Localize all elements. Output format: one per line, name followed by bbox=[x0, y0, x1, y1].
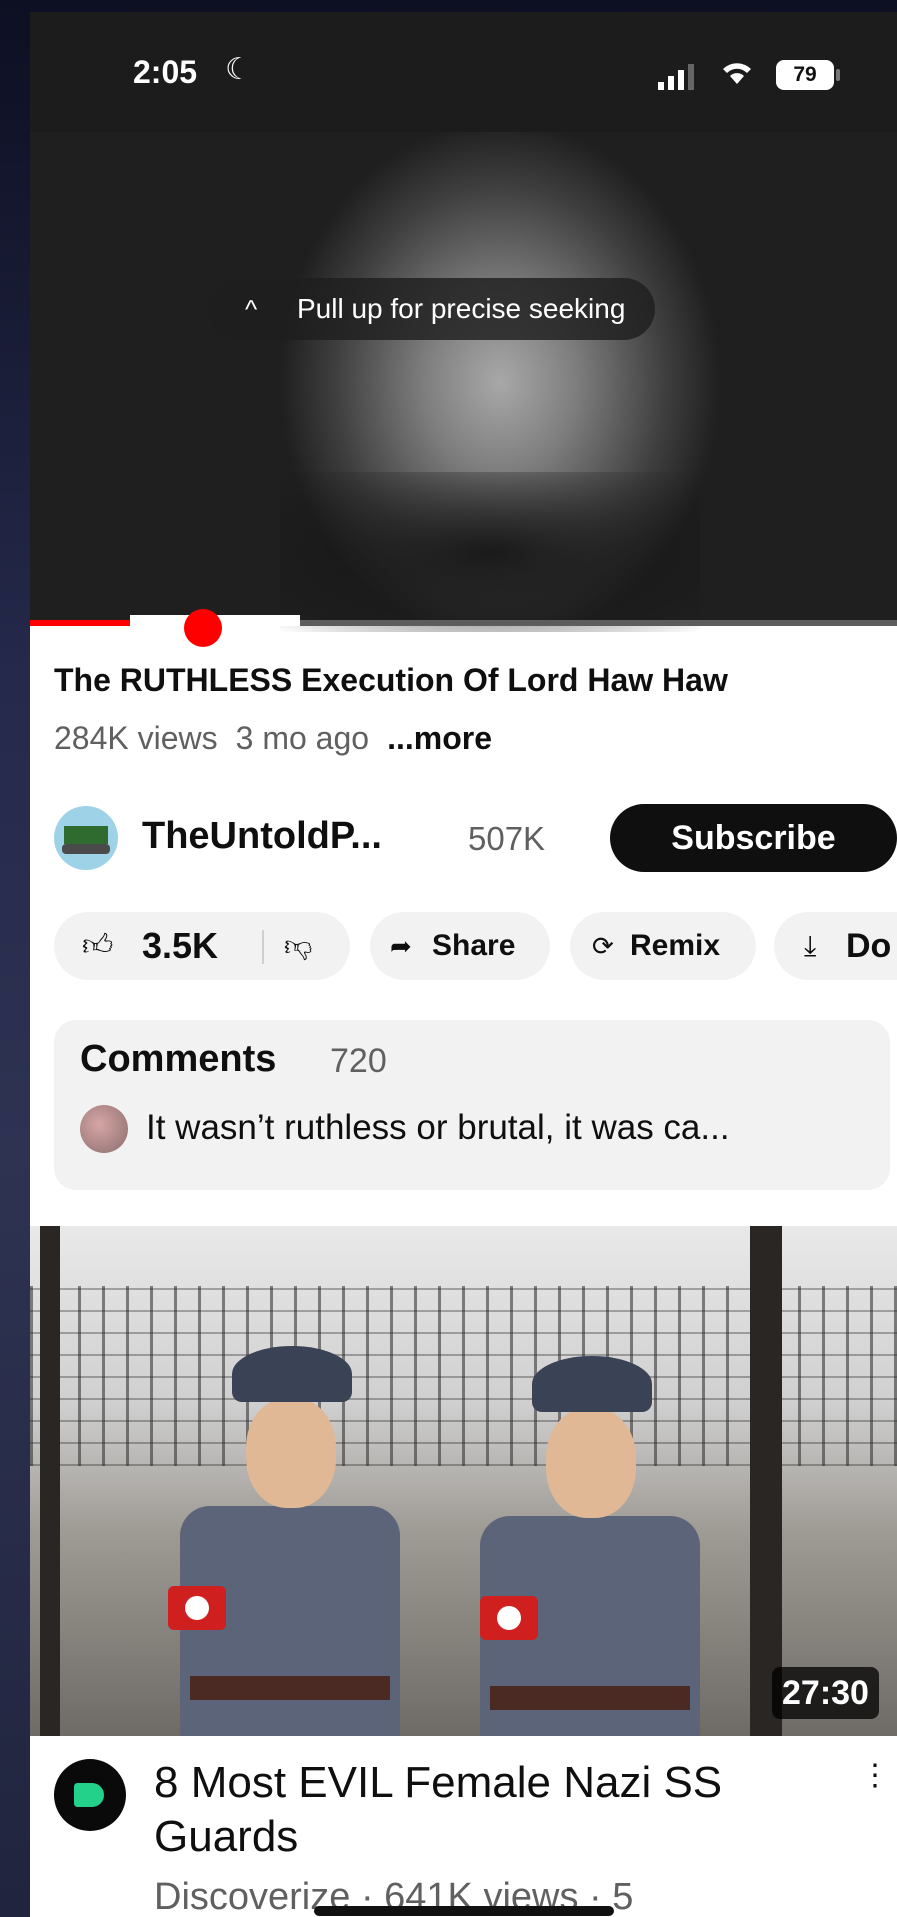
chevron-up-icon: ^ bbox=[245, 294, 258, 324]
more-description-link[interactable]: ...more bbox=[387, 720, 492, 756]
subscriber-count: 507K bbox=[468, 820, 546, 857]
upload-age: 3 mo ago bbox=[235, 720, 370, 756]
pill-divider bbox=[262, 930, 264, 964]
thumbs-up-icon[interactable]: 👍︎ bbox=[82, 912, 113, 980]
subscribe-button[interactable]: Subscribe bbox=[610, 804, 897, 872]
remix-button[interactable]: ⟳ Remix bbox=[570, 912, 756, 980]
remix-icon: ⟳ bbox=[592, 931, 614, 961]
battery-cap bbox=[836, 69, 840, 81]
duration-badge: 27:30 bbox=[772, 1667, 879, 1719]
action-bar: 👍︎ 3.5K 👎︎ ➦ Share ⟳ Remix ⤓ Do bbox=[54, 912, 897, 984]
channel-name[interactable]: TheUntoldP... bbox=[142, 815, 382, 858]
like-dislike-pill: 👍︎ 3.5K 👎︎ bbox=[54, 912, 350, 980]
recommended-channel-avatar[interactable] bbox=[54, 1759, 126, 1831]
thumbnail-figure bbox=[168, 1346, 400, 1736]
video-frame bbox=[280, 472, 700, 632]
channel-logo-icon bbox=[74, 1783, 104, 1807]
download-button[interactable]: ⤓ Do bbox=[774, 912, 897, 980]
seek-hint-text: Pull up for precise seeking bbox=[297, 293, 626, 324]
phone-screen: 2:05 ☾ 79 ^ Pull up for precise seeking … bbox=[30, 12, 897, 1917]
video-title: The RUTHLESS Execution Of Lord Haw Haw bbox=[54, 662, 728, 698]
share-label: Share bbox=[432, 929, 516, 962]
share-button[interactable]: ➦ Share bbox=[370, 912, 550, 980]
like-count[interactable]: 3.5K bbox=[142, 912, 218, 980]
recommended-title[interactable]: 8 Most EVIL Female Nazi SS Guards bbox=[154, 1756, 854, 1864]
comments-panel[interactable]: Comments 720 It wasn’t ruthless or bruta… bbox=[54, 1020, 890, 1190]
share-icon: ➦ bbox=[390, 931, 412, 961]
battery-icon: 79 bbox=[776, 60, 834, 90]
thumbnail-post bbox=[40, 1226, 60, 1736]
video-player[interactable]: ^ Pull up for precise seeking bbox=[30, 132, 897, 632]
recommended-thumbnail[interactable] bbox=[30, 1226, 897, 1736]
top-comment-text: It wasn’t ruthless or brutal, it was ca.… bbox=[146, 1108, 730, 1147]
thumbnail-post bbox=[750, 1226, 782, 1736]
download-label: Do bbox=[846, 927, 892, 965]
comments-title: Comments bbox=[80, 1038, 277, 1080]
scrubber-handle[interactable] bbox=[184, 609, 223, 647]
more-vert-icon[interactable]: ⋮ bbox=[860, 1758, 890, 1793]
moon-icon: ☾ bbox=[225, 53, 252, 86]
view-count: 284K views bbox=[54, 720, 218, 756]
thumbs-down-icon[interactable]: 👎︎ bbox=[284, 912, 312, 980]
seek-hint-banner[interactable]: ^ Pull up for precise seeking bbox=[209, 278, 656, 340]
signal-icon bbox=[658, 64, 694, 90]
comments-count: 720 bbox=[330, 1042, 387, 1080]
wifi-icon bbox=[720, 58, 754, 93]
channel-avatar[interactable] bbox=[54, 806, 118, 870]
home-indicator[interactable] bbox=[314, 1906, 614, 1916]
status-time: 2:05 bbox=[133, 54, 198, 90]
video-meta: 284K views 3 mo ago ...more bbox=[54, 720, 492, 757]
remix-label: Remix bbox=[630, 929, 721, 962]
status-bar: 2:05 ☾ 79 bbox=[30, 12, 897, 132]
commenter-avatar bbox=[80, 1105, 128, 1153]
tank-tracks bbox=[62, 844, 110, 854]
download-icon: ⤓ bbox=[804, 930, 817, 961]
tank-icon bbox=[64, 826, 108, 844]
thumbnail-figure bbox=[470, 1356, 700, 1736]
